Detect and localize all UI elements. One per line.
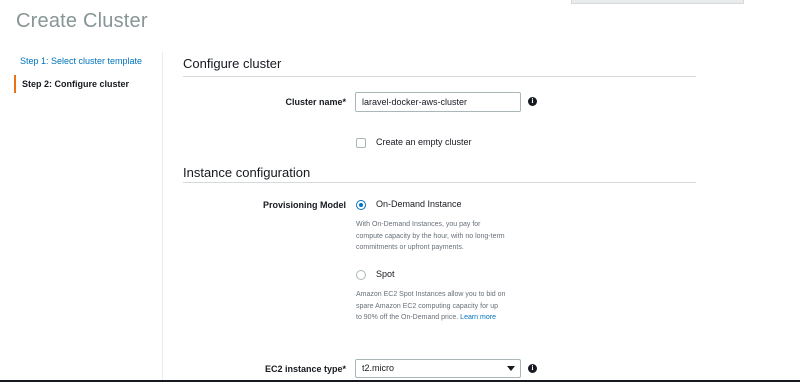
step-2-current: Step 2: Configure cluster [14,75,164,93]
spot-radio[interactable] [356,270,366,280]
spot-desc-line: spare Amazon EC2 computing capacity for … [356,302,499,310]
cluster-name-label: Cluster name* [285,97,346,107]
section-divider [183,182,696,183]
empty-cluster-checkbox[interactable] [356,138,366,148]
section-divider [183,76,696,77]
configure-cluster-heading: Configure cluster [183,56,282,71]
on-demand-description: With On-Demand Instances, you pay for co… [356,219,536,254]
on-demand-desc-line: compute capacity by the hour, with no lo… [356,232,505,240]
spot-description: Amazon EC2 Spot Instances allow you to b… [356,289,536,324]
info-icon[interactable]: i [528,364,537,373]
on-demand-label: On-Demand Instance [376,199,462,209]
spot-label: Spot [376,269,395,279]
ec2-instance-type-value: t2.micro [362,363,395,373]
ec2-instance-type-label: EC2 instance type* [264,364,346,374]
cluster-name-input[interactable] [355,92,521,112]
wizard-steps: Step 1: Select cluster template Step 2: … [14,52,164,93]
instance-configuration-heading: Instance configuration [183,165,311,180]
provisioning-model-label: Provisioning Model [262,200,346,210]
on-demand-desc-line: With On-Demand Instances, you pay for [356,221,481,228]
ec2-instance-type-select[interactable]: t2.micro [355,359,521,378]
steps-divider [162,52,163,382]
spot-desc-text: to 90% off the On-Demand price. [356,314,459,321]
learn-more-link[interactable]: Learn more [460,314,496,321]
top-region-selector[interactable] [571,0,744,4]
on-demand-desc-line: commitments or upfront payments. [356,244,464,251]
chevron-down-icon [507,366,515,371]
on-demand-radio[interactable] [356,200,366,210]
step-1-link[interactable]: Step 1: Select cluster template [14,52,164,70]
spot-desc-line: Amazon EC2 Spot Instances allow you to b… [356,291,506,298]
empty-cluster-label: Create an empty cluster [376,137,472,147]
info-icon[interactable]: i [528,97,537,106]
spot-desc-line: to 90% off the On-Demand price. Learn mo… [356,312,536,324]
page-title: Create Cluster [16,10,148,32]
